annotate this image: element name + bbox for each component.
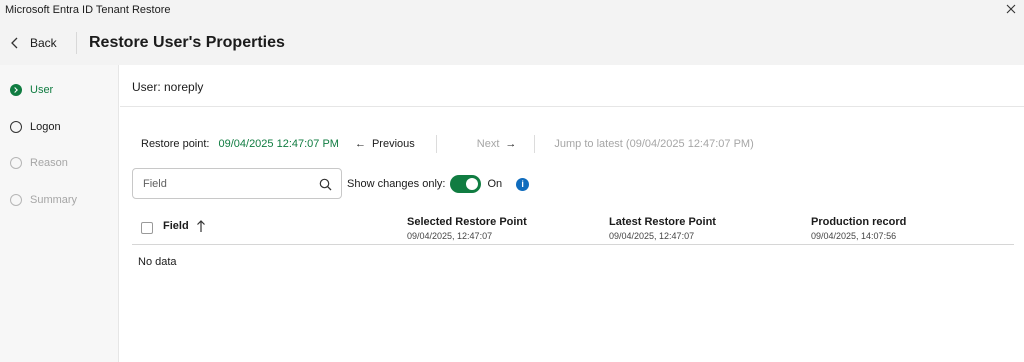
back-label: Back bbox=[30, 36, 57, 50]
column-header-production: Production record 09/04/2025, 14:07:56 bbox=[811, 216, 906, 241]
show-changes-label: Show changes only: bbox=[347, 178, 446, 190]
step-user[interactable]: User bbox=[10, 82, 53, 98]
user-label: User: noreply bbox=[132, 80, 204, 94]
restore-point-bar: Restore point: 09/04/2025 12:47:07 PM ← … bbox=[141, 135, 754, 153]
arrow-left-icon: ← bbox=[354, 138, 366, 150]
back-button[interactable]: Back bbox=[10, 34, 57, 52]
column-timestamp: 09/04/2025, 12:47:07 bbox=[407, 231, 493, 241]
show-changes-toggle-row: Show changes only: On i bbox=[347, 175, 530, 193]
close-icon[interactable] bbox=[1004, 2, 1018, 16]
search-icon[interactable] bbox=[319, 178, 332, 191]
page-header: Back Restore User's Properties bbox=[0, 20, 1024, 65]
column-title: Selected Restore Point bbox=[407, 216, 527, 228]
column-timestamp: 09/04/2025, 12:47:07 bbox=[609, 231, 695, 241]
show-changes-switch[interactable] bbox=[450, 175, 482, 193]
column-title: Latest Restore Point bbox=[609, 216, 716, 228]
column-title: Production record bbox=[811, 216, 907, 228]
divider bbox=[534, 135, 536, 153]
step-logon[interactable]: Logon bbox=[10, 119, 61, 135]
column-header-selected: Selected Restore Point 09/04/2025, 12:47… bbox=[407, 216, 527, 241]
step-label: Summary bbox=[30, 194, 78, 206]
restore-point-value[interactable]: 09/04/2025 12:47:07 PM bbox=[218, 138, 338, 150]
column-timestamp: 09/04/2025, 14:07:56 bbox=[811, 231, 897, 241]
section-divider bbox=[120, 106, 1024, 107]
info-icon[interactable]: i bbox=[516, 177, 530, 191]
arrow-right-icon: → bbox=[505, 138, 517, 150]
column-header-latest: Latest Restore Point 09/04/2025, 12:47:0… bbox=[609, 216, 716, 241]
toggle-state-label: On bbox=[487, 178, 503, 190]
next-label: Next bbox=[476, 138, 500, 150]
page-title: Restore User's Properties bbox=[89, 34, 285, 51]
sort-ascending-icon[interactable] bbox=[196, 219, 206, 233]
column-header-field[interactable]: Field bbox=[163, 220, 189, 232]
step-reason: Reason bbox=[10, 155, 68, 171]
step-complete-icon bbox=[10, 84, 22, 96]
divider bbox=[435, 135, 437, 153]
previous-button[interactable]: ← Previous bbox=[355, 138, 415, 150]
step-circle-icon bbox=[10, 121, 22, 133]
step-summary: Summary bbox=[10, 192, 77, 208]
previous-label: Previous bbox=[371, 138, 415, 150]
header-divider bbox=[76, 32, 77, 54]
step-circle-icon bbox=[10, 157, 22, 169]
step-label: User bbox=[30, 84, 54, 96]
wizard-steps: User Logon Reason Summary bbox=[0, 65, 119, 362]
table-header-divider bbox=[132, 244, 1014, 245]
chevron-left-icon bbox=[11, 37, 18, 49]
step-label: Reason bbox=[30, 157, 68, 169]
step-circle-icon bbox=[10, 194, 22, 206]
restore-point-label: Restore point: bbox=[141, 138, 210, 150]
title-bar: Microsoft Entra ID Tenant Restore bbox=[0, 0, 1024, 20]
search-input[interactable] bbox=[143, 175, 313, 193]
empty-table-message: No data bbox=[138, 256, 177, 268]
step-label: Logon bbox=[30, 121, 61, 133]
window-title: Microsoft Entra ID Tenant Restore bbox=[5, 4, 171, 16]
jump-to-latest-button[interactable]: Jump to latest (09/04/2025 12:47:07 PM) bbox=[554, 138, 753, 150]
field-search bbox=[132, 168, 342, 199]
switch-knob bbox=[466, 178, 479, 190]
next-button[interactable]: Next → bbox=[477, 138, 517, 150]
select-all-checkbox[interactable] bbox=[141, 222, 153, 234]
